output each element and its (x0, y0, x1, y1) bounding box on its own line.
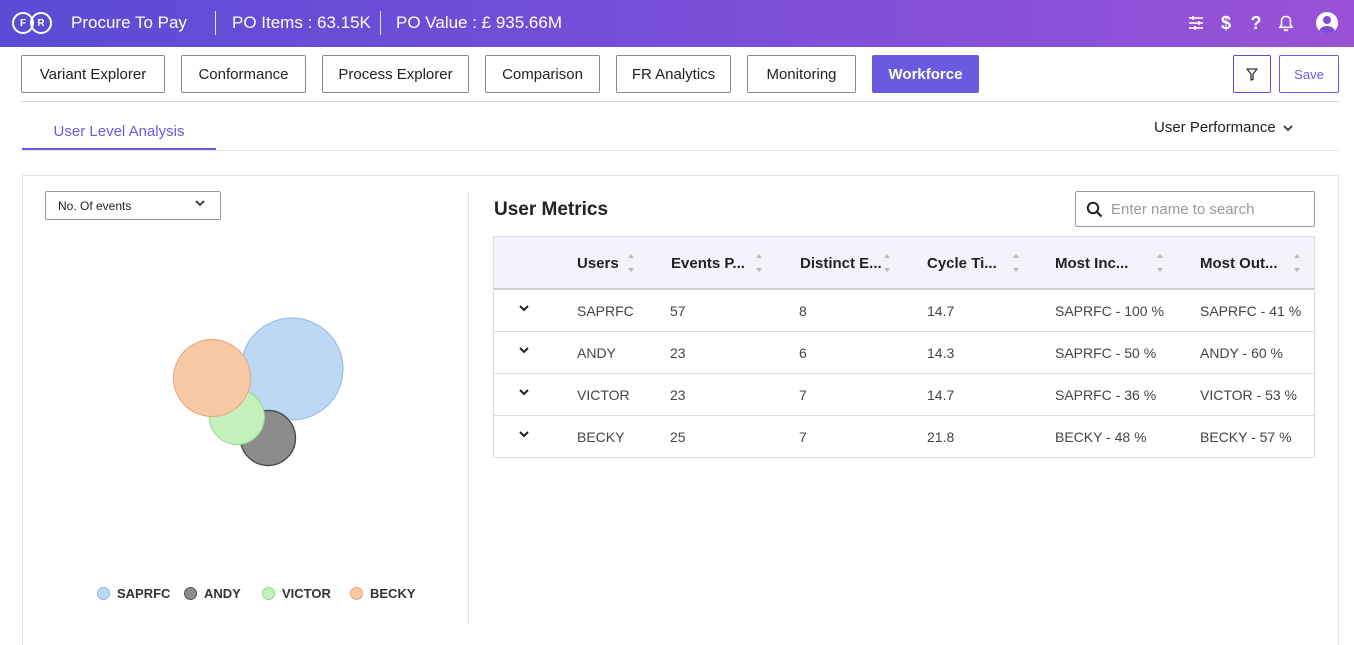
sort-icon[interactable] (756, 252, 764, 276)
tab-workforce[interactable]: Workforce (872, 55, 979, 93)
cell-cycle-time: 14.7 (927, 303, 955, 319)
cell-events: 25 (670, 429, 686, 445)
chevron-down-icon (1283, 124, 1293, 131)
cell-events: 23 (670, 345, 686, 361)
sort-icon[interactable] (1157, 252, 1165, 276)
cell-cycle-time: 14.7 (927, 387, 955, 403)
tab-fr-analytics[interactable]: FR Analytics (616, 55, 731, 93)
cell-user: ANDY (577, 345, 616, 361)
sort-icon[interactable] (884, 252, 892, 276)
table-row[interactable]: ANDY 23 6 14.3 SAPRFC - 50 % ANDY - 60 % (494, 332, 1314, 374)
table-row[interactable]: VICTOR 23 7 14.7 SAPRFC - 36 % VICTOR - … (494, 374, 1314, 416)
table-row[interactable]: BECKY 25 7 21.8 BECKY - 48 % BECKY - 57 … (494, 416, 1314, 458)
search-box[interactable] (1075, 191, 1315, 227)
expand-row-icon[interactable] (518, 302, 530, 314)
user-metrics-table: Users Events P... Distinct E... Cycle Ti… (493, 236, 1315, 458)
table-header: Users Events P... Distinct E... Cycle Ti… (494, 237, 1314, 290)
column-header-distinct-events[interactable]: Distinct E... (800, 255, 882, 272)
cell-most-outgoing: SAPRFC - 41 % (1200, 303, 1302, 319)
cell-most-outgoing: BECKY - 57 % (1200, 429, 1292, 445)
search-icon (1086, 201, 1103, 217)
legend-swatch-becky (350, 587, 363, 600)
save-button[interactable]: Save (1279, 55, 1339, 93)
cell-distinct-events: 7 (799, 429, 807, 445)
column-header-events[interactable]: Events P... (671, 255, 745, 272)
dollar-icon[interactable]: $ (1216, 10, 1236, 36)
cell-most-incoming: SAPRFC - 36 % (1055, 387, 1157, 403)
user-avatar-icon[interactable] (1316, 12, 1338, 34)
legend-swatch-andy (184, 587, 197, 600)
filter-icon (1246, 67, 1258, 81)
legend-swatch-victor (262, 587, 275, 600)
sort-icon[interactable] (1013, 252, 1021, 276)
bubble-chart (173, 317, 344, 467)
table-row[interactable]: SAPRFC 57 8 14.7 SAPRFC - 100 % SAPRFC -… (494, 290, 1314, 332)
legend-swatch-saprfc (97, 587, 110, 600)
cell-events: 23 (670, 387, 686, 403)
search-input[interactable] (1111, 200, 1301, 218)
cell-distinct-events: 8 (799, 303, 807, 319)
legend-item-andy[interactable]: ANDY (184, 586, 241, 601)
legend-item-becky[interactable]: BECKY (350, 586, 416, 601)
sliders-icon[interactable] (1186, 10, 1206, 36)
legend-item-saprfc[interactable]: SAPRFC (97, 586, 170, 601)
legend-label: ANDY (204, 586, 241, 601)
legend-label: VICTOR (282, 586, 331, 601)
column-header-cycle-time[interactable]: Cycle Ti... (927, 255, 997, 272)
column-header-most-incoming[interactable]: Most Inc... (1055, 255, 1128, 272)
legend-label: SAPRFC (117, 586, 171, 601)
help-icon[interactable]: ? (1246, 10, 1266, 36)
user-performance-label: User Performance (1154, 119, 1276, 136)
cell-distinct-events: 6 (799, 345, 807, 361)
cell-cycle-time: 21.8 (927, 429, 955, 445)
panel-divider (468, 191, 469, 623)
cell-user: BECKY (577, 429, 625, 445)
sort-icon[interactable] (1294, 252, 1302, 276)
cell-distinct-events: 7 (799, 387, 807, 403)
cell-user: SAPRFC (577, 303, 634, 319)
cell-most-incoming: SAPRFC - 50 % (1055, 345, 1157, 361)
filter-button[interactable] (1233, 55, 1271, 93)
cell-most-incoming: SAPRFC - 100 % (1055, 303, 1164, 319)
user-metrics-title: User Metrics (494, 199, 609, 220)
cell-most-outgoing: ANDY - 60 % (1200, 345, 1283, 361)
cell-user: VICTOR (577, 387, 630, 403)
cell-cycle-time: 14.3 (927, 345, 955, 361)
column-header-most-outgoing[interactable]: Most Out... (1200, 255, 1278, 272)
legend-label: BECKY (370, 586, 416, 601)
cell-most-incoming: BECKY - 48 % (1055, 429, 1147, 445)
column-header-users[interactable]: Users (577, 255, 619, 272)
expand-row-icon[interactable] (518, 428, 530, 440)
expand-row-icon[interactable] (518, 344, 530, 356)
user-performance-dropdown[interactable]: User Performance (1154, 119, 1294, 136)
header-actions: $ ? (1186, 10, 1338, 36)
cell-events: 57 (670, 303, 686, 319)
bubble-becky[interactable] (173, 339, 251, 417)
sort-icon[interactable] (628, 252, 636, 276)
cell-most-outgoing: VICTOR - 53 % (1200, 387, 1297, 403)
tab-comparison[interactable]: Comparison (485, 55, 600, 93)
expand-row-icon[interactable] (518, 386, 530, 398)
tab-monitoring[interactable]: Monitoring (747, 55, 856, 93)
legend-item-victor[interactable]: VICTOR (262, 586, 331, 601)
bell-icon[interactable] (1276, 10, 1296, 36)
